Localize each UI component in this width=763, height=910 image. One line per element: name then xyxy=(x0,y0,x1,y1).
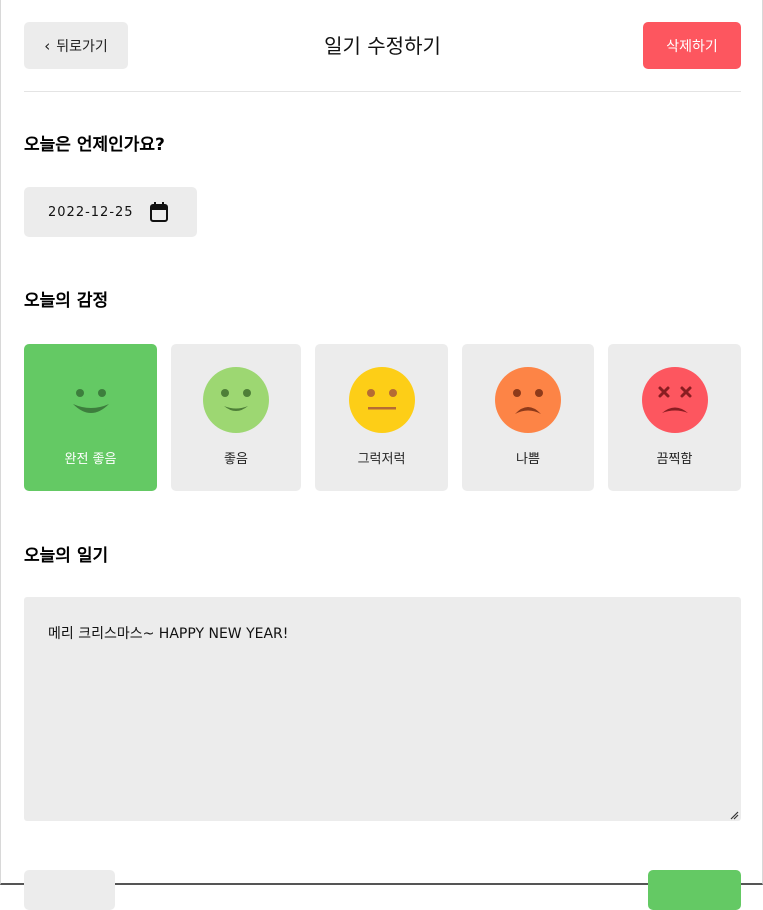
very-happy-face-icon xyxy=(57,367,124,433)
resize-handle-icon[interactable] xyxy=(729,810,739,820)
emotion-label: 그럭저럭 xyxy=(357,452,406,467)
page-title: 일기 수정하기 xyxy=(324,34,441,58)
emotion-label: 나쁨 xyxy=(516,452,540,467)
calendar-icon[interactable] xyxy=(150,202,168,222)
emotion-label: 좋음 xyxy=(224,452,248,467)
emotion-list: 완전 좋음 좋음 그럭저럭 나쁨 끔찍함 xyxy=(24,344,741,491)
diary-section-label: 오늘의 일기 xyxy=(24,546,109,566)
emotion-item-very-good[interactable]: 완전 좋음 xyxy=(24,344,157,491)
header: ‹ 뒤로가기 일기 수정하기 삭제하기 xyxy=(24,0,741,92)
app-frame: ‹ 뒤로가기 일기 수정하기 삭제하기 오늘은 언제인가요? 2022-12-2… xyxy=(0,0,763,910)
cancel-button[interactable] xyxy=(24,870,115,910)
happy-face-icon xyxy=(203,367,269,433)
angry-face-icon xyxy=(641,367,708,433)
sad-face-icon xyxy=(495,367,561,433)
date-value: 2022-12-25 xyxy=(48,204,134,220)
emotion-section-label: 오늘의 감정 xyxy=(24,291,109,311)
emotion-item-terrible[interactable]: 끔찍함 xyxy=(608,344,741,491)
emotion-label: 끔찍함 xyxy=(656,452,693,467)
emotion-item-good[interactable]: 좋음 xyxy=(171,344,301,491)
emotion-item-so-so[interactable]: 그럭저럭 xyxy=(315,344,448,491)
emotion-label: 완전 좋음 xyxy=(64,452,117,467)
date-input[interactable]: 2022-12-25 xyxy=(24,187,197,237)
delete-button[interactable]: 삭제하기 xyxy=(643,22,741,69)
date-section-label: 오늘은 언제인가요? xyxy=(24,135,165,155)
diary-textarea[interactable]: 메리 크리스마스~ HAPPY NEW YEAR! xyxy=(24,597,741,821)
submit-button[interactable] xyxy=(648,870,741,910)
neutral-face-icon xyxy=(348,367,415,433)
emotion-item-bad[interactable]: 나쁨 xyxy=(462,344,594,491)
